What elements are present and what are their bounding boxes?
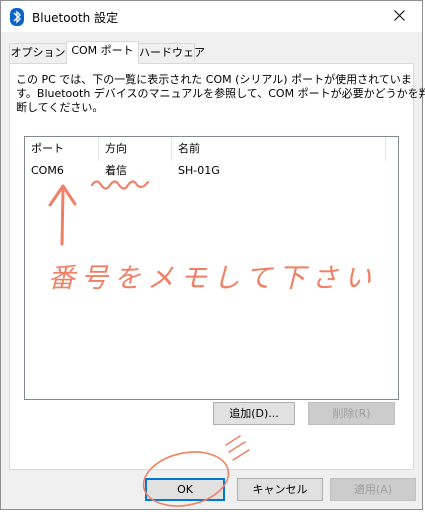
tab-com-port[interactable]: COM ポート (66, 41, 139, 64)
delete-button[interactable]: 削除(R) (308, 402, 395, 425)
description-line: この PC では、下の一覧に表示された COM (シリアル) ポートが使用されて… (16, 73, 412, 86)
cancel-button[interactable]: キャンセル (237, 478, 323, 501)
title-bar: Bluetooth 設定 (1, 1, 422, 32)
cell-name: SH-01G (178, 164, 220, 177)
cell-direction: 着信 (105, 164, 127, 177)
description-text: この PC では、下の一覧に表示された COM (シリアル) ポートが使用されて… (16, 73, 425, 115)
close-button[interactable] (377, 1, 422, 32)
window-title: Bluetooth 設定 (32, 11, 119, 25)
add-button[interactable]: 追加(D)... (213, 402, 295, 425)
description-line: 断してください。 (16, 101, 104, 114)
ok-button[interactable]: OK (145, 478, 225, 501)
handwritten-note: 番号をメモして下さい (48, 263, 378, 294)
close-icon (394, 9, 405, 24)
column-header-direction[interactable]: 方向 (99, 137, 172, 161)
cell-port: COM6 (31, 164, 64, 177)
column-header-port[interactable]: ポート (25, 137, 99, 161)
tab-options[interactable]: オプション (9, 43, 67, 62)
apply-button[interactable]: 適用(A) (330, 478, 416, 501)
list-header: ポート 方向 名前 (25, 137, 398, 161)
bluetooth-icon (10, 8, 24, 26)
description-line: す。Bluetooth デバイスのマニュアルを参照して、COM ポートが必要かど… (16, 87, 425, 100)
tab-hardware[interactable]: ハードウェア (138, 43, 205, 62)
column-header-name[interactable]: 名前 (172, 137, 386, 161)
